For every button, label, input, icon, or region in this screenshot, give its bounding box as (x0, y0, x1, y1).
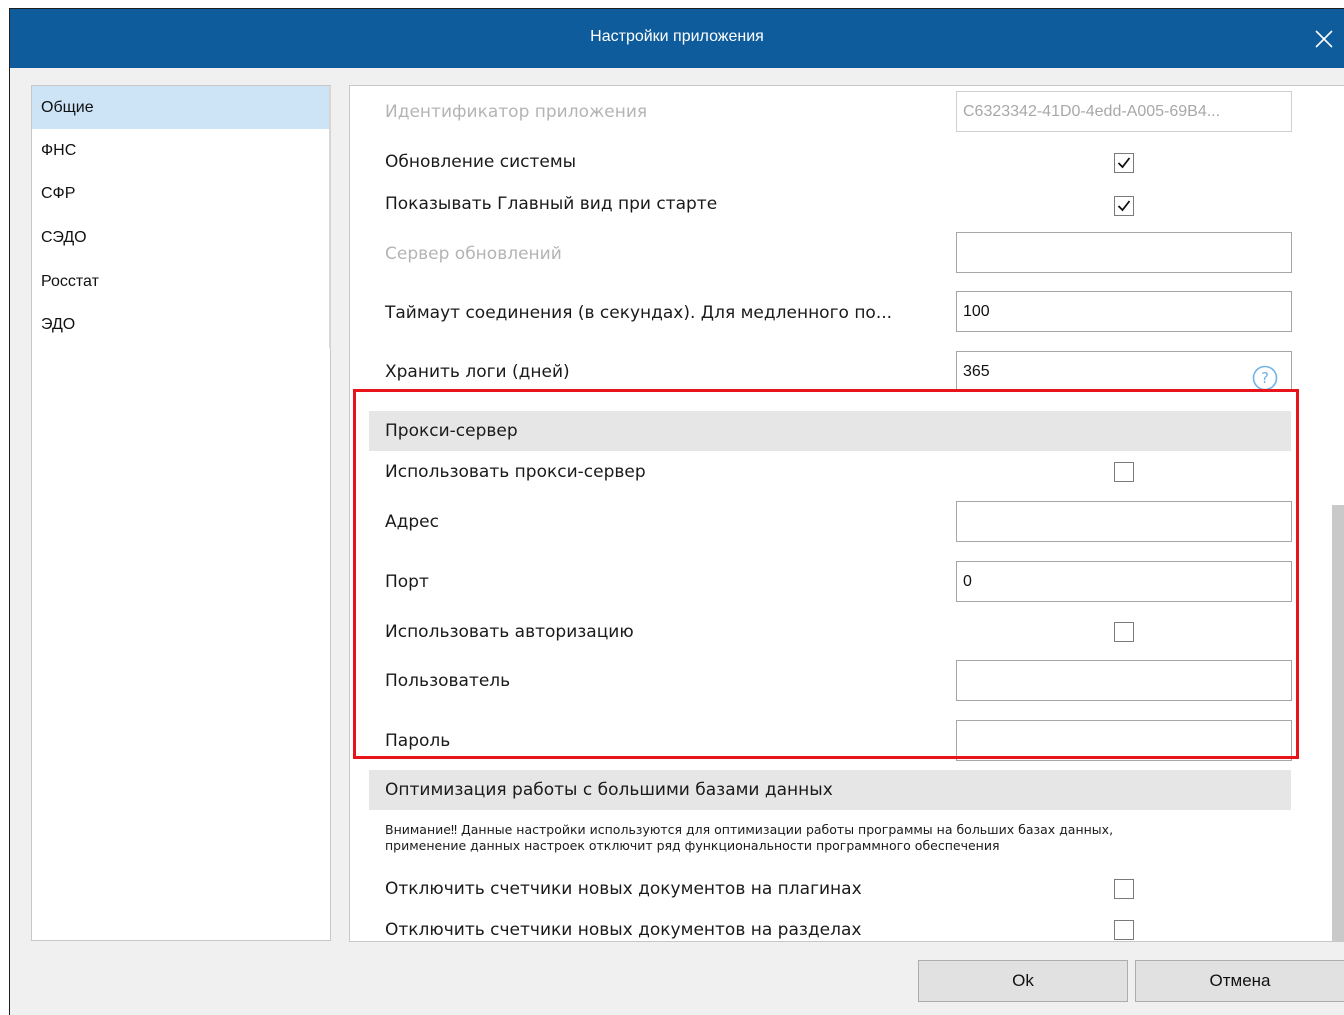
update-server-field[interactable] (956, 232, 1292, 273)
notice-line-2: применение данных настроек отключит ряд … (385, 838, 1000, 853)
close-icon (1315, 30, 1333, 48)
sidebar-item-edo[interactable]: ЭДО (32, 303, 329, 346)
checkmark-icon (1117, 200, 1131, 212)
proxy-port-label: Порт (385, 572, 429, 592)
update-server-label: Сервер обновлений (385, 244, 562, 264)
timeout-field[interactable]: 100 (956, 291, 1292, 332)
disable-plugin-counters-checkbox[interactable] (1114, 879, 1134, 899)
optimization-notice: Внимание‼ Данные настройки используются … (385, 822, 1285, 854)
help-icon[interactable]: ? (1252, 365, 1278, 391)
proxy-address-field[interactable] (956, 501, 1292, 542)
proxy-address-label: Адрес (385, 512, 439, 532)
proxy-port-field[interactable]: 0 (956, 561, 1292, 602)
use-auth-checkbox[interactable] (1114, 622, 1134, 642)
use-auth-label: Использовать авторизацию (385, 622, 634, 642)
sidebar-item-sedo[interactable]: СЭДО (32, 216, 329, 259)
use-proxy-checkbox[interactable] (1114, 462, 1134, 482)
proxy-user-field[interactable] (956, 660, 1292, 701)
show-main-view-label: Показывать Главный вид при старте (385, 194, 718, 214)
proxy-section-header: Прокси-сервер (369, 411, 1291, 451)
keep-logs-label: Хранить логи (дней) (385, 362, 570, 382)
sidebar-scrollbar[interactable] (329, 86, 331, 348)
svg-text:?: ? (1261, 369, 1269, 387)
timeout-label: Таймаут соединения (в секундах). Для мед… (385, 303, 893, 323)
sidebar-item-rosstat[interactable]: Росстат (32, 260, 329, 303)
close-button[interactable] (1304, 19, 1344, 59)
content-scrollbar-thumb[interactable] (1332, 505, 1344, 941)
system-update-label: Обновление системы (385, 152, 577, 172)
show-main-view-checkbox[interactable] (1114, 196, 1134, 216)
system-update-checkbox[interactable] (1114, 153, 1134, 173)
sidebar-item-general[interactable]: Общие (32, 86, 329, 129)
sidebar-item-fns[interactable]: ФНС (32, 129, 329, 172)
proxy-password-label: Пароль (385, 731, 451, 751)
use-proxy-label: Использовать прокси-сервер (385, 462, 646, 482)
proxy-user-label: Пользователь (385, 671, 511, 691)
keep-logs-field[interactable]: 365 (956, 351, 1292, 392)
optimization-section-header: Оптимизация работы с большими базами дан… (369, 770, 1291, 810)
app-id-field: C6323342-41D0-4edd-A005-69B4... (956, 91, 1292, 132)
disable-section-counters-label: Отключить счетчики новых документов на р… (385, 920, 862, 940)
disable-section-counters-checkbox[interactable] (1114, 920, 1134, 940)
settings-content: Идентификатор приложения C6323342-41D0-4… (349, 85, 1344, 942)
app-id-label: Идентификатор приложения (385, 102, 648, 122)
dialog-title: Настройки приложения (590, 28, 764, 45)
notice-line-1: Внимание‼ Данные настройки используются … (385, 822, 1114, 837)
title-bar: Настройки приложения (10, 9, 1344, 68)
sidebar-item-sfr[interactable]: СФР (32, 172, 329, 215)
proxy-password-field[interactable] (956, 720, 1292, 761)
settings-sidebar: Общие ФНС СФР СЭДО Росстат ЭДО (31, 85, 331, 941)
settings-dialog: Настройки приложения Общие ФНС СФР СЭДО … (9, 8, 1344, 1015)
cancel-button[interactable]: Отмена (1135, 960, 1344, 1002)
checkmark-icon (1117, 157, 1131, 169)
disable-plugin-counters-label: Отключить счетчики новых документов на п… (385, 879, 862, 899)
ok-button[interactable]: Ok (918, 960, 1128, 1002)
